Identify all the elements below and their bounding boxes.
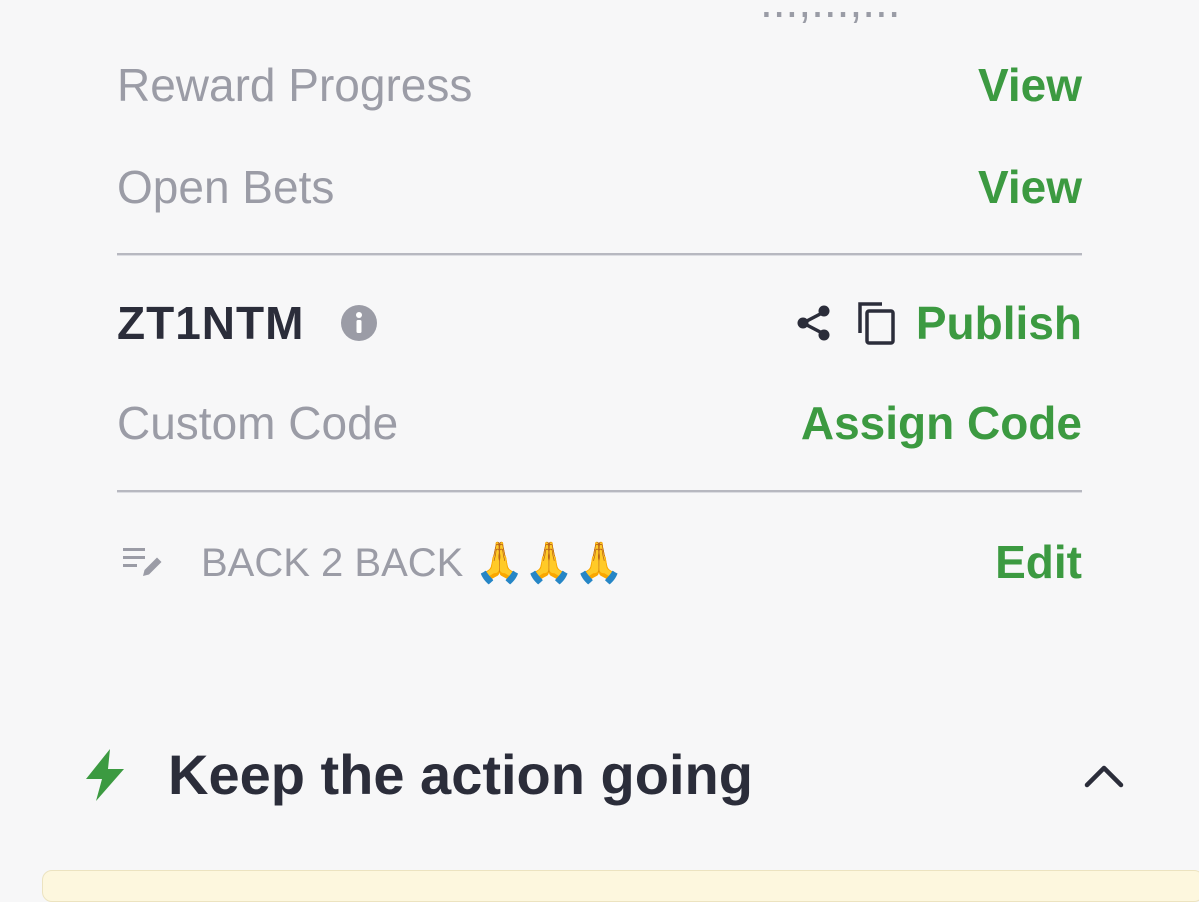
open-bets-label: Open Bets xyxy=(117,161,335,213)
copy-icon[interactable] xyxy=(856,300,896,346)
open-bets-row: Open Bets View xyxy=(117,160,1082,214)
bet-note-row: BACK 2 BACK 🙏🙏🙏 Edit xyxy=(117,535,1082,589)
custom-code-row: Custom Code Assign Code xyxy=(117,396,1082,450)
bet-code-row: ZT1NTM Publish xyxy=(117,296,1082,350)
bet-note-group: BACK 2 BACK 🙏🙏🙏 xyxy=(117,539,624,586)
info-icon[interactable] xyxy=(340,304,378,342)
promo-card-top-edge xyxy=(42,870,1199,902)
section-title: Keep the action going xyxy=(168,743,753,806)
publish-button[interactable]: Publish xyxy=(916,296,1082,350)
bet-code: ZT1NTM xyxy=(117,297,305,349)
assign-code-button[interactable]: Assign Code xyxy=(801,396,1082,450)
edit-note-button[interactable]: Edit xyxy=(995,535,1082,589)
lightning-bolt-icon xyxy=(80,747,130,803)
keep-action-going-header[interactable]: Keep the action going xyxy=(80,742,1126,807)
reward-progress-row: Reward Progress View xyxy=(117,58,1082,112)
chevron-up-icon[interactable] xyxy=(1082,760,1126,790)
open-bets-view-link[interactable]: View xyxy=(978,160,1082,214)
reward-progress-label: Reward Progress xyxy=(117,59,473,111)
share-icon[interactable] xyxy=(794,303,834,343)
custom-code-label: Custom Code xyxy=(117,397,399,449)
bet-note-text: BACK 2 BACK 🙏🙏🙏 xyxy=(201,540,624,585)
bet-code-actions: Publish xyxy=(794,296,1082,350)
bet-code-group: ZT1NTM xyxy=(117,296,378,350)
section-title-group: Keep the action going xyxy=(80,742,753,807)
divider xyxy=(117,253,1082,256)
divider xyxy=(117,490,1082,493)
edit-note-icon xyxy=(117,542,165,582)
cut-off-header-text: ...,...,... xyxy=(760,0,901,27)
reward-progress-view-link[interactable]: View xyxy=(978,58,1082,112)
